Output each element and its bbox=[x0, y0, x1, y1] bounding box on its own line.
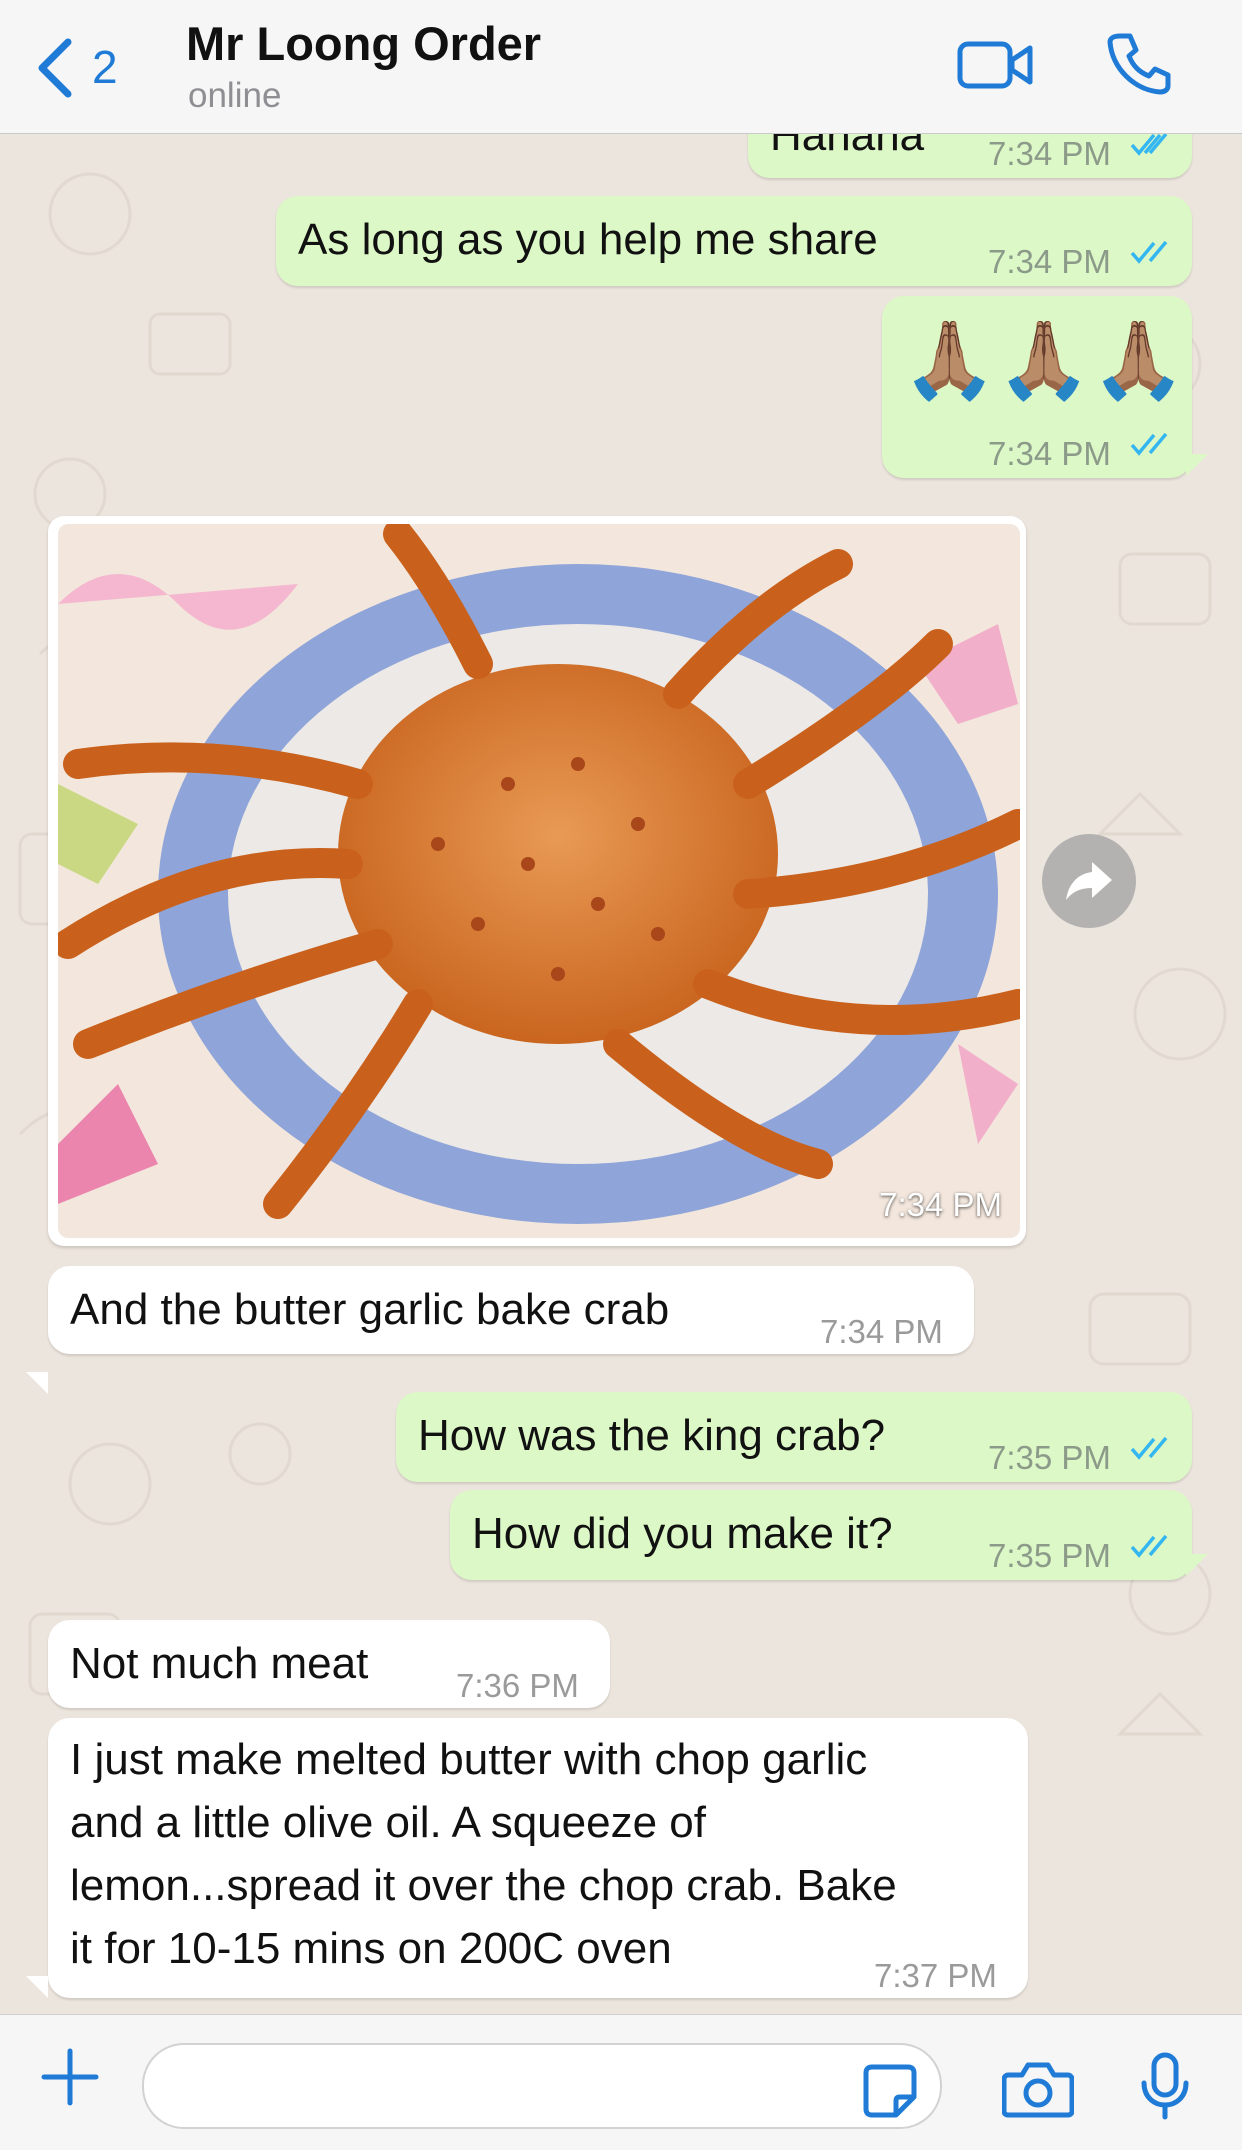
unread-count: 2 bbox=[92, 41, 118, 93]
message-bubble[interactable]: I just make melted butter with chop garl… bbox=[48, 1718, 1028, 1998]
message-bubble[interactable]: How did you make it? 7:35 PM bbox=[450, 1490, 1192, 1580]
message-bubble[interactable]: And the butter garlic bake crab 7:34 PM bbox=[48, 1266, 974, 1354]
sticker-icon[interactable] bbox=[862, 2063, 918, 2119]
crab-image bbox=[58, 524, 1020, 1238]
message-text: Hahaha bbox=[770, 134, 925, 160]
read-ticks-icon bbox=[1130, 1534, 1168, 1558]
message-emoji: 🙏🏽🙏🏽🙏🏽 bbox=[902, 318, 1186, 403]
back-chevron-icon bbox=[38, 38, 72, 98]
message-time: 7:34 PM bbox=[988, 135, 1111, 172]
message-time: 7:34 PM bbox=[988, 435, 1111, 472]
message-text: And the butter garlic bake crab bbox=[70, 1285, 670, 1334]
contact-status: online bbox=[188, 76, 282, 115]
image-time: 7:34 PM bbox=[879, 1186, 1002, 1223]
back-button[interactable]: 2 bbox=[36, 38, 156, 98]
message-input-bar bbox=[0, 2014, 1242, 2150]
bubble-tail bbox=[1186, 454, 1208, 476]
message-text-line: and a little olive oil. A squeeze of bbox=[70, 1798, 706, 1847]
chat-area[interactable]: Hahaha 7:34 PM As long as you help me sh… bbox=[0, 134, 1242, 2014]
message-time: 7:34 PM bbox=[988, 243, 1111, 280]
message-text: As long as you help me share bbox=[298, 215, 878, 264]
contact-name[interactable]: Mr Loong Order bbox=[186, 16, 541, 71]
message-time: 7:35 PM bbox=[988, 1537, 1111, 1574]
read-ticks-icon bbox=[1130, 134, 1168, 156]
plus-icon[interactable] bbox=[38, 2045, 102, 2109]
crab-photo[interactable]: 7:34 PM bbox=[58, 524, 1020, 1238]
bubble-tail bbox=[26, 1976, 48, 1998]
message-bubble[interactable]: 🙏🏽🙏🏽🙏🏽 7:34 PM bbox=[882, 296, 1192, 478]
forward-icon bbox=[1066, 862, 1112, 900]
message-bubble[interactable]: How was the king crab? 7:35 PM bbox=[396, 1392, 1192, 1482]
read-ticks-icon bbox=[1130, 432, 1168, 456]
message-bubble[interactable]: Hahaha 7:34 PM bbox=[748, 134, 1192, 178]
message-text-line: I just make melted butter with chop garl… bbox=[70, 1735, 868, 1784]
message-text-line: lemon...spread it over the chop crab. Ba… bbox=[70, 1861, 897, 1910]
message-text: Not much meat bbox=[70, 1639, 369, 1688]
message-text: How did you make it? bbox=[472, 1509, 893, 1558]
read-ticks-icon bbox=[1130, 1436, 1168, 1460]
message-time: 7:36 PM bbox=[456, 1667, 579, 1704]
message-text-line: it for 10-15 mins on 200C oven bbox=[70, 1924, 672, 1973]
message-time: 7:35 PM bbox=[988, 1439, 1111, 1476]
read-ticks-icon bbox=[1130, 240, 1168, 264]
bubble-tail bbox=[1186, 1554, 1208, 1576]
camera-icon[interactable] bbox=[1002, 2059, 1074, 2119]
bubble-tail bbox=[26, 1372, 48, 1394]
chat-header: 2 Mr Loong Order online bbox=[0, 0, 1242, 134]
message-input[interactable] bbox=[142, 2043, 942, 2129]
microphone-icon[interactable] bbox=[1140, 2051, 1190, 2121]
video-call-icon[interactable] bbox=[956, 34, 1036, 96]
message-bubble[interactable]: Not much meat 7:36 PM bbox=[48, 1620, 610, 1708]
message-time: 7:34 PM bbox=[820, 1313, 943, 1350]
message-time: 7:37 PM bbox=[874, 1957, 997, 1994]
forward-button[interactable] bbox=[1042, 834, 1136, 928]
message-text: How was the king crab? bbox=[418, 1411, 886, 1460]
message-bubble[interactable]: As long as you help me share 7:34 PM bbox=[276, 196, 1192, 286]
phone-icon[interactable] bbox=[1106, 30, 1172, 96]
